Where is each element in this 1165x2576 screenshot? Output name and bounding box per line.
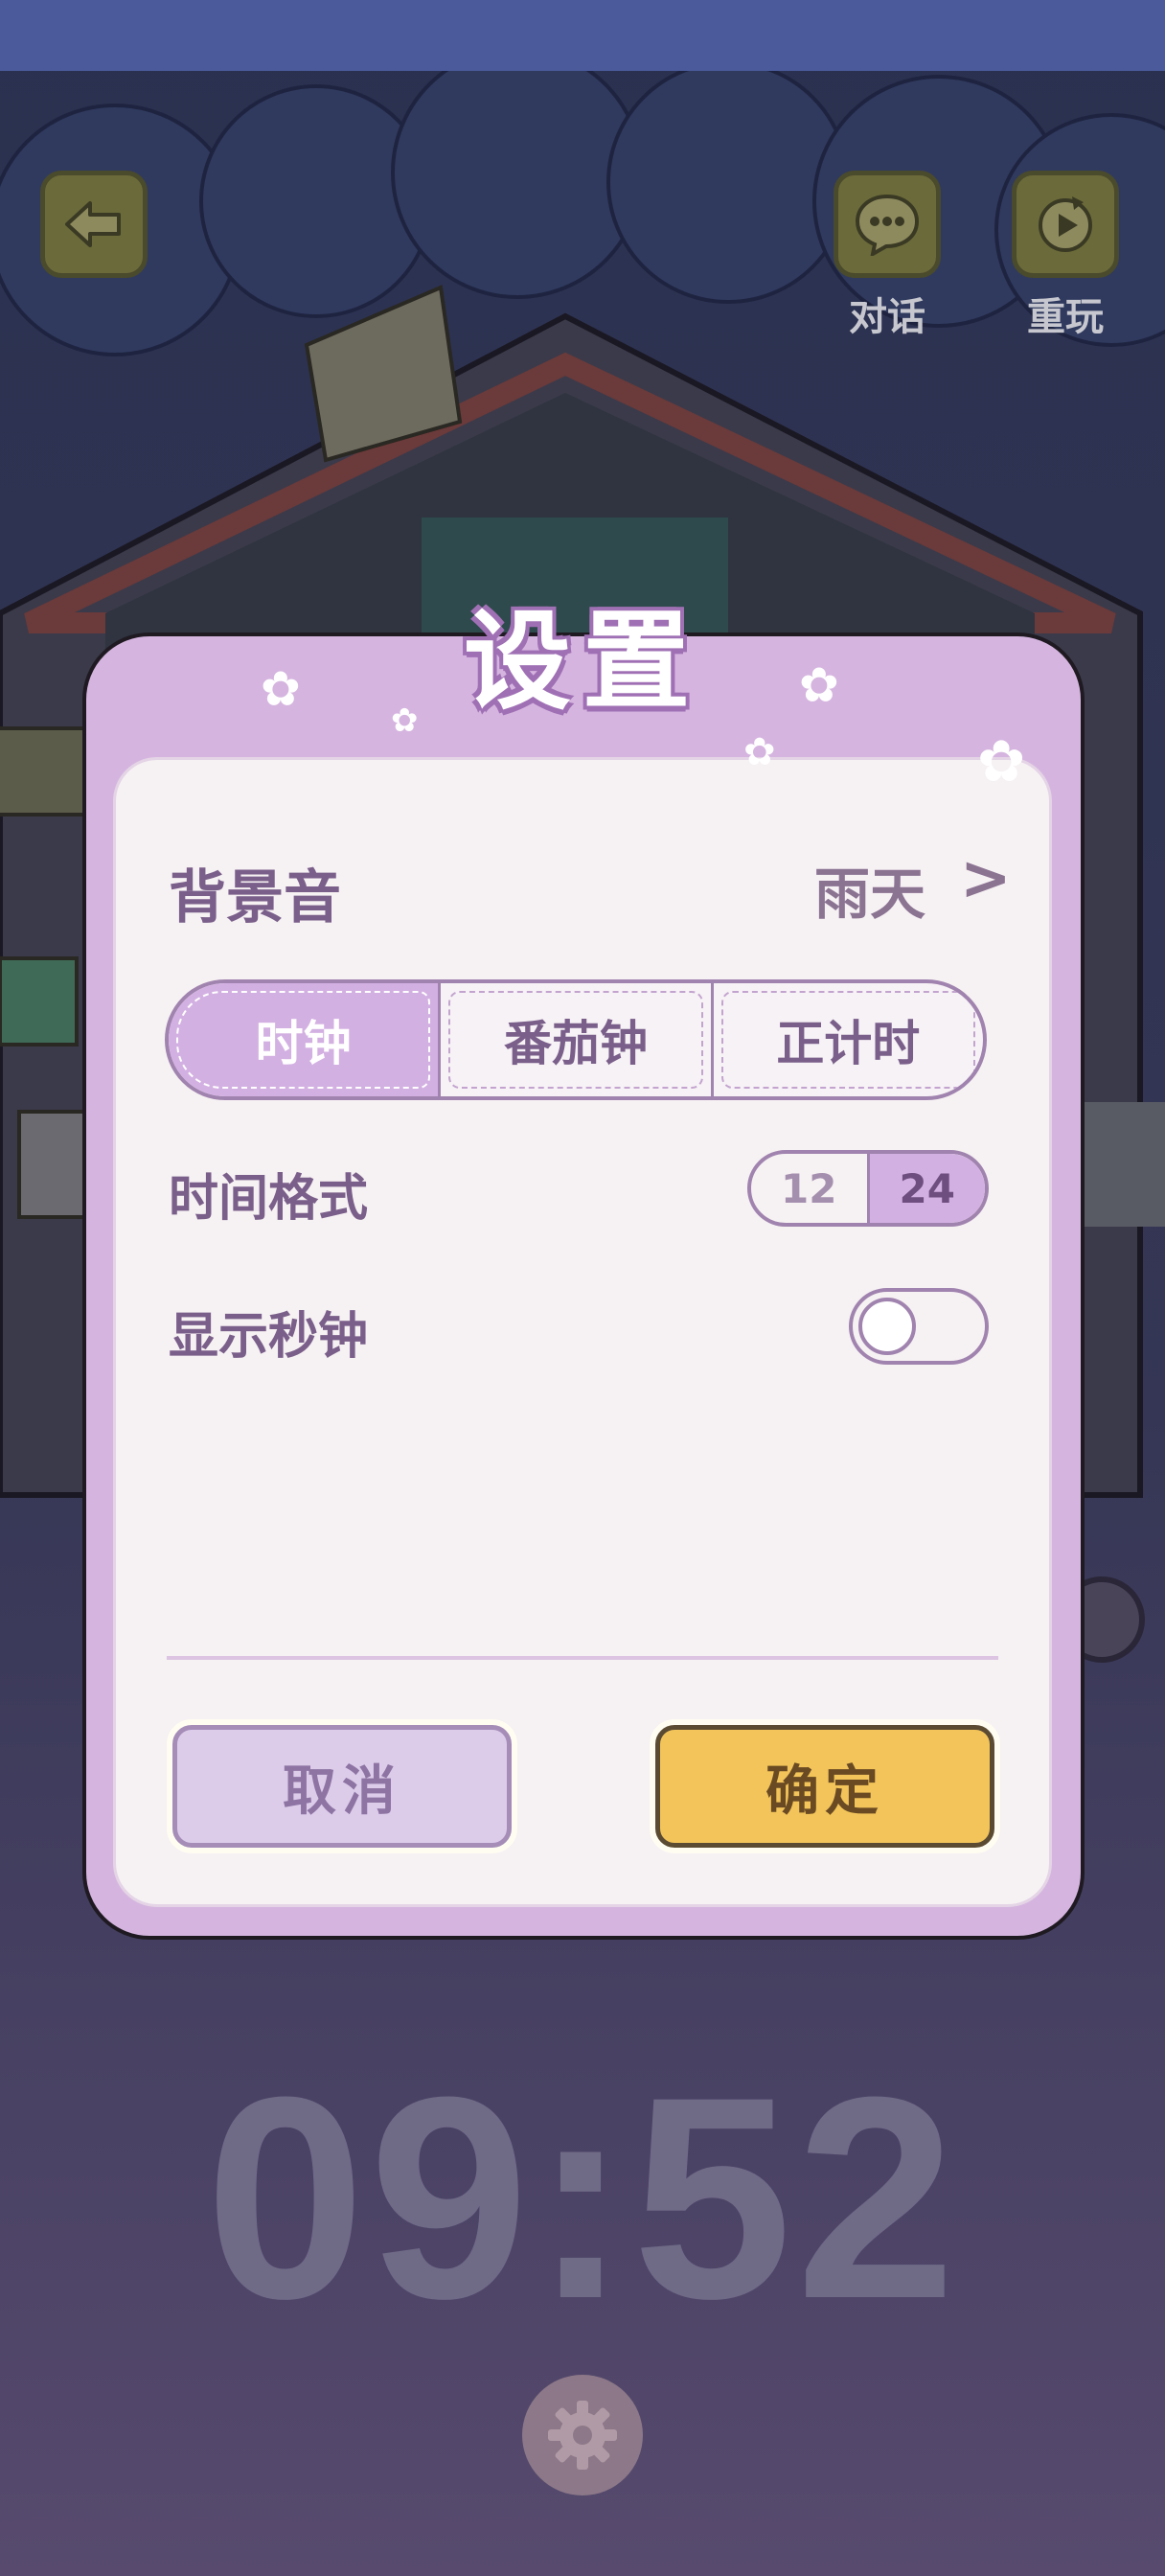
- tab-clock[interactable]: 时钟: [169, 983, 439, 1096]
- chat-label: 对话: [849, 295, 925, 339]
- settings-gear-button[interactable]: [522, 2375, 643, 2496]
- switch-knob: [858, 1298, 916, 1355]
- replay-label: 重玩: [1027, 295, 1104, 339]
- star-decoration: ✿: [261, 661, 301, 717]
- tab-stopwatch[interactable]: 正计时: [710, 983, 983, 1096]
- gear-icon: [548, 2401, 617, 2470]
- star-decoration: ✿: [799, 657, 839, 713]
- dialog-title: 设置: [464, 600, 701, 724]
- format-24-option[interactable]: 24: [866, 1154, 985, 1223]
- back-button[interactable]: [40, 171, 148, 278]
- back-arrow-icon: [65, 201, 121, 247]
- tab-label: 番茄钟: [503, 1016, 648, 1071]
- replay-icon: [1039, 196, 1092, 252]
- time-format-label: 时间格式: [169, 1170, 369, 1228]
- status-bar-strip: [0, 0, 1165, 71]
- star-decoration: ✿: [743, 730, 776, 774]
- background-clock: 09:52: [205, 2036, 960, 2358]
- confirm-button[interactable]: 确定: [655, 1725, 994, 1848]
- star-decoration: ✿: [977, 728, 1026, 795]
- background-sound-selector[interactable]: 雨天 >: [811, 843, 1012, 927]
- star-decoration: ✿: [391, 702, 419, 740]
- show-seconds-label: 显示秒钟: [169, 1308, 369, 1366]
- divider: [167, 1656, 998, 1660]
- chevron-right-icon: >: [960, 843, 1012, 914]
- mode-tabs: 时钟 番茄钟 正计时: [165, 979, 987, 1100]
- cancel-button[interactable]: 取消: [172, 1725, 512, 1848]
- chat-button[interactable]: [834, 171, 941, 278]
- tab-pomodoro[interactable]: 番茄钟: [438, 983, 710, 1096]
- background-sound-value: 雨天: [814, 862, 926, 927]
- format-12-option[interactable]: 12: [751, 1154, 867, 1223]
- background-sound-label: 背景音: [169, 864, 341, 932]
- tab-label: 时钟: [255, 1016, 352, 1071]
- time-format-toggle: 12 24: [747, 1150, 989, 1227]
- replay-button[interactable]: [1012, 171, 1119, 278]
- tab-label: 正计时: [776, 1016, 921, 1071]
- chat-bubble-icon: [855, 194, 920, 256]
- show-seconds-switch[interactable]: [849, 1288, 989, 1365]
